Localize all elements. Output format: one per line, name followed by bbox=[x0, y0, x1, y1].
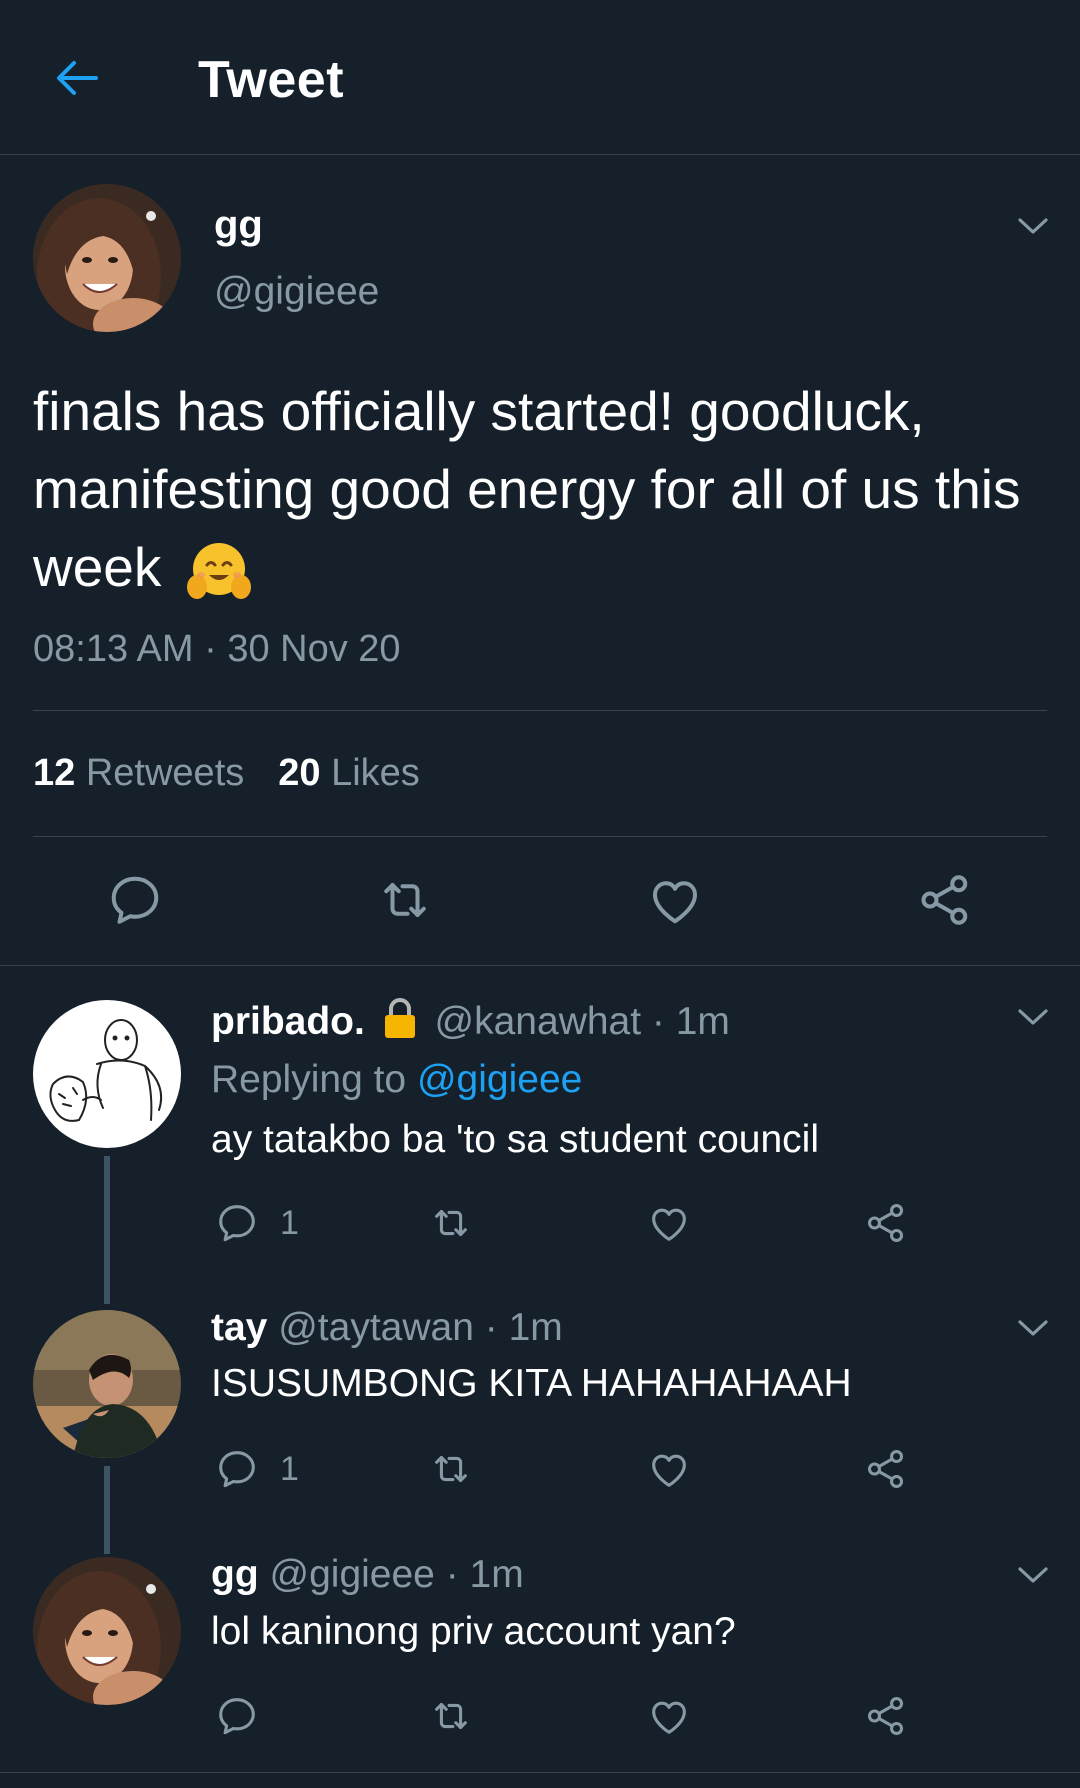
retweets-label: Retweets bbox=[85, 752, 245, 794]
thread-line bbox=[104, 1156, 110, 1304]
header-divider bbox=[0, 154, 1080, 155]
hugging-face-emoji-icon bbox=[183, 535, 255, 607]
reply-icon[interactable] bbox=[214, 1693, 260, 1739]
avatar[interactable] bbox=[33, 1310, 181, 1458]
reply-text: lol kaninong priv account yan? bbox=[211, 1610, 736, 1653]
reply-icon[interactable] bbox=[214, 1446, 260, 1492]
likes-count: 20 bbox=[278, 752, 321, 794]
retweet-icon[interactable] bbox=[428, 1200, 474, 1246]
reply-count: 1 bbox=[280, 1204, 299, 1242]
avatar[interactable] bbox=[33, 184, 181, 332]
share-icon[interactable] bbox=[863, 1446, 909, 1492]
reply-handle-time: @kanawhat · 1m bbox=[434, 1000, 730, 1043]
reply-text: ISUSUMBONG KITA HAHAHAHAAH bbox=[211, 1362, 852, 1405]
reply-author-name[interactable]: gg bbox=[211, 1553, 259, 1596]
retweets-count: 12 bbox=[33, 752, 76, 794]
author-handle[interactable]: @gigieee bbox=[214, 270, 379, 314]
divider bbox=[0, 965, 1080, 966]
like-icon[interactable] bbox=[646, 1693, 692, 1739]
reply-icon[interactable] bbox=[105, 870, 165, 930]
reply-header: pribado. @kanawhat · 1m bbox=[211, 996, 730, 1050]
like-icon[interactable] bbox=[646, 1446, 692, 1492]
reply-text: ay tatakbo ba 'to sa student council bbox=[211, 1118, 820, 1161]
replying-to: Replying to @gigieee bbox=[211, 1058, 582, 1102]
share-icon[interactable] bbox=[863, 1693, 909, 1739]
replying-to-prefix: Replying to bbox=[211, 1058, 407, 1101]
retweet-icon[interactable] bbox=[428, 1446, 474, 1492]
back-arrow-icon[interactable] bbox=[52, 58, 102, 98]
divider bbox=[33, 836, 1047, 837]
chevron-down-icon[interactable] bbox=[1016, 1317, 1050, 1339]
reply-header: tay @taytawan · 1m bbox=[211, 1306, 563, 1350]
retweet-icon[interactable] bbox=[428, 1693, 474, 1739]
share-icon[interactable] bbox=[863, 1200, 909, 1246]
tweet-text-body: finals has officially started! goodluck,… bbox=[33, 380, 1021, 598]
tweet-timestamp: 08:13 AM · 30 Nov 20 bbox=[33, 628, 401, 670]
replying-to-link[interactable]: @gigieee bbox=[417, 1058, 582, 1101]
lock-icon bbox=[382, 996, 418, 1050]
reply-count: 1 bbox=[280, 1450, 299, 1488]
reply-icon[interactable] bbox=[214, 1200, 260, 1246]
reply-handle-time: @gigieee · 1m bbox=[269, 1553, 524, 1596]
chevron-down-icon[interactable] bbox=[1016, 1564, 1050, 1586]
retweets-stat[interactable]: 12 Retweets bbox=[33, 752, 244, 794]
divider bbox=[0, 1772, 1080, 1773]
reply-author-name[interactable]: pribado. bbox=[211, 1000, 365, 1043]
thread-line bbox=[104, 1466, 110, 1554]
chevron-down-icon[interactable] bbox=[1016, 1006, 1050, 1028]
like-icon[interactable] bbox=[646, 1200, 692, 1246]
share-icon[interactable] bbox=[915, 870, 975, 930]
like-icon[interactable] bbox=[645, 870, 705, 930]
chevron-down-icon[interactable] bbox=[1016, 215, 1050, 237]
likes-stat[interactable]: 20 Likes bbox=[278, 752, 420, 794]
tweet-text: finals has officially started! goodluck,… bbox=[33, 372, 1053, 607]
likes-label: Likes bbox=[331, 752, 420, 794]
reply-handle-time: @taytawan · 1m bbox=[278, 1306, 563, 1349]
divider bbox=[33, 710, 1047, 711]
page-title: Tweet bbox=[198, 51, 345, 109]
reply-header: gg @gigieee · 1m bbox=[211, 1553, 524, 1597]
author-name[interactable]: gg bbox=[214, 203, 263, 248]
avatar[interactable] bbox=[33, 1000, 181, 1148]
avatar[interactable] bbox=[33, 1557, 181, 1705]
reply-author-name[interactable]: tay bbox=[211, 1306, 267, 1349]
retweet-icon[interactable] bbox=[375, 870, 435, 930]
tweet-stats: 12 Retweets 20 Likes bbox=[33, 752, 420, 795]
